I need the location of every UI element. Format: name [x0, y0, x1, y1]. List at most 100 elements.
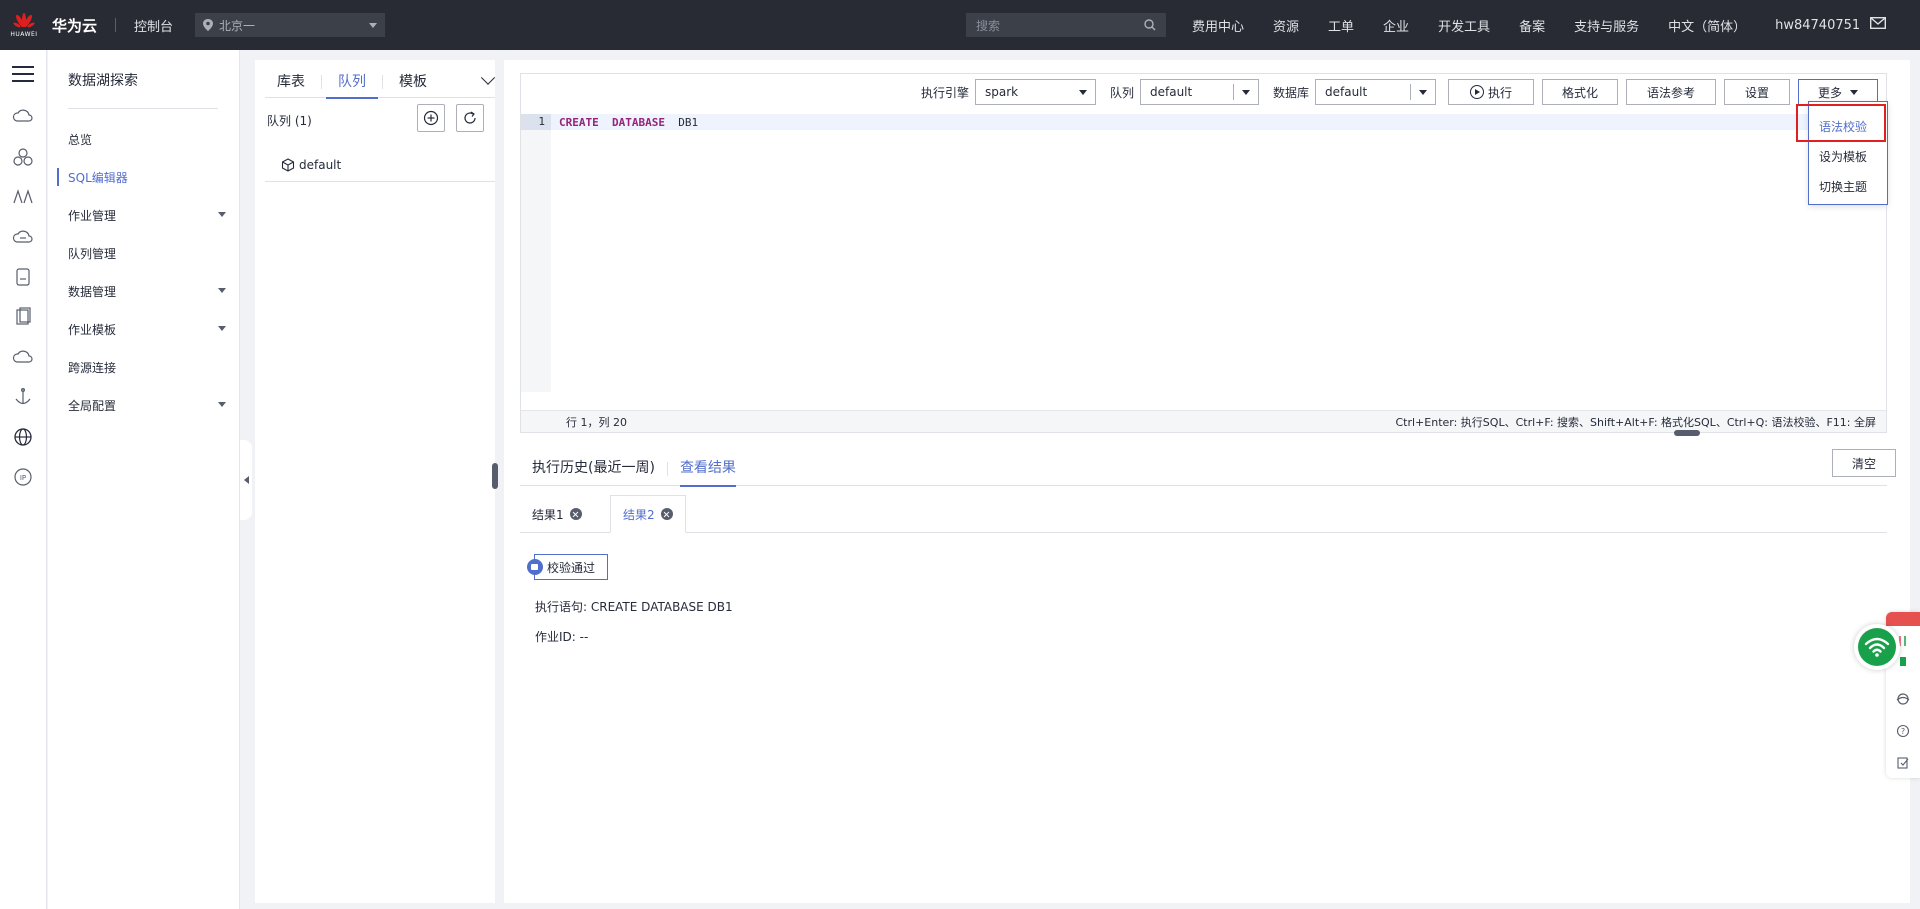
chevron-down-icon[interactable] — [480, 70, 496, 85]
globe-icon[interactable] — [12, 426, 34, 448]
result-tab-1[interactable]: 结果1 — [520, 495, 594, 533]
syntax-reference-button[interactable]: 语法参考 — [1626, 79, 1716, 105]
refresh-button[interactable] — [456, 104, 484, 132]
chevron-down-icon — [1078, 89, 1087, 95]
sql-editor: 执行引擎 spark 队列 default 数据库 default 执行 格式化 — [520, 73, 1887, 433]
nav-dev-tools[interactable]: 开发工具 — [1438, 16, 1490, 35]
sidebar-item-global-config[interactable]: 全局配置 — [68, 394, 240, 416]
thumbs-up-icon — [527, 559, 543, 575]
cube-icon — [281, 157, 295, 172]
database-value: default — [1325, 85, 1368, 99]
chevron-down-icon — [218, 326, 226, 331]
sidebar-item-queue-management[interactable]: 队列管理 — [68, 242, 240, 264]
sidebar-item-sql-editor[interactable]: SQL编辑器 — [57, 166, 240, 188]
huawei-logo[interactable]: HUAWEI — [0, 0, 48, 50]
ip-icon[interactable]: IP — [12, 466, 34, 488]
location-pin-icon — [203, 19, 214, 31]
code-text: CREATE DATABASE DB1 — [559, 116, 698, 129]
refresh-icon — [464, 111, 476, 124]
close-icon[interactable] — [660, 508, 673, 520]
nav-enterprise[interactable]: 企业 — [1383, 16, 1409, 35]
database-select[interactable]: default — [1315, 79, 1436, 105]
feedback-icon[interactable] — [1896, 756, 1910, 770]
anchor-icon[interactable] — [12, 386, 34, 408]
chevron-down-icon — [218, 288, 226, 293]
menu-item-set-template[interactable]: 设为模板 — [1819, 148, 1867, 165]
panel-resize-handle[interactable] — [492, 463, 498, 489]
engine-label: 执行引擎 — [920, 85, 969, 100]
sidebar-item-datasource-connections[interactable]: 跨源连接 — [68, 356, 240, 378]
database-icon[interactable] — [12, 266, 34, 288]
nav-account[interactable]: hw84740751 — [1775, 18, 1860, 33]
sidebar-item-label: 数据管理 — [68, 284, 117, 299]
global-search-input[interactable]: 搜索 — [966, 13, 1166, 37]
sidebar-item-job-management[interactable]: 作业管理 — [68, 204, 240, 226]
logo-text: HUAWEI — [10, 30, 38, 38]
shortcut-hint: Ctrl+Enter: 执行SQL、Ctrl+F: 搜索、Shift+Alt+F… — [1395, 415, 1876, 429]
code-line[interactable]: 1 CREATE DATABASE DB1 — [521, 114, 1886, 130]
object-panel: 库表 队列 模板 队列 (1) default — [255, 60, 496, 903]
nav-resources[interactable]: 资源 — [1273, 16, 1299, 35]
sidebar-item-data-management[interactable]: 数据管理 — [68, 280, 240, 302]
nav-tickets[interactable]: 工单 — [1328, 16, 1354, 35]
engine-select[interactable]: spark — [974, 79, 1096, 105]
format-button[interactable]: 格式化 — [1542, 79, 1618, 105]
chevron-down-icon — [1241, 89, 1250, 95]
region-value: 北京一 — [219, 18, 256, 33]
menu-item-switch-theme[interactable]: 切换主题 — [1819, 178, 1867, 195]
result-tab-2[interactable]: 结果2 — [610, 495, 686, 533]
tab-templates[interactable]: 模板 — [387, 66, 439, 98]
sidebar-item-overview[interactable]: 总览 — [68, 128, 240, 150]
menu-icon[interactable] — [12, 66, 34, 84]
cluster-icon[interactable] — [12, 146, 34, 168]
close-icon[interactable] — [569, 508, 582, 520]
tab-history[interactable]: 执行历史(最近一周) — [520, 456, 667, 486]
cloud-icon[interactable] — [12, 346, 34, 368]
nav-filing[interactable]: 备案 — [1519, 16, 1545, 35]
search-placeholder: 搜索 — [976, 18, 1001, 33]
mail-icon[interactable] — [1870, 17, 1886, 29]
svg-text:IP: IP — [20, 474, 26, 482]
highlight-box — [1796, 104, 1886, 142]
sidebar-collapse-button[interactable] — [240, 440, 252, 520]
settings-button[interactable]: 设置 — [1724, 79, 1790, 105]
queue-count: 队列 (1) — [267, 114, 312, 128]
run-button[interactable]: 执行 — [1448, 79, 1534, 105]
add-queue-button[interactable] — [417, 104, 445, 132]
tab-tables[interactable]: 库表 — [265, 66, 317, 98]
tab-queues[interactable]: 队列 — [326, 66, 378, 99]
cloud-storage-icon[interactable] — [12, 226, 34, 248]
brand-name[interactable]: 华为云 — [52, 15, 97, 36]
nav-support[interactable]: 支持与服务 — [1574, 16, 1639, 35]
tab-view-results[interactable]: 查看结果 — [668, 456, 748, 487]
syntax-reference-label: 语法参考 — [1646, 85, 1695, 100]
sidebar-item-label: SQL编辑器 — [68, 170, 128, 185]
svg-text:?: ? — [1901, 727, 1905, 736]
format-label: 格式化 — [1561, 85, 1598, 100]
huawei-petal-icon — [13, 12, 35, 27]
clear-button[interactable]: 清空 — [1832, 449, 1896, 477]
service-icon[interactable] — [1896, 692, 1910, 706]
editor-resize-handle[interactable] — [1674, 430, 1700, 436]
sql-keyword: CREATE — [559, 115, 599, 129]
sidebar-item-label: 作业管理 — [68, 208, 117, 223]
document-icon[interactable] — [12, 306, 34, 328]
cloud-server-icon[interactable] — [12, 106, 34, 128]
divider — [321, 74, 322, 89]
network-assistant-button[interactable] — [1854, 624, 1900, 670]
help-icon[interactable]: ? — [1896, 724, 1910, 738]
bridge-icon[interactable] — [12, 186, 34, 208]
play-icon — [1469, 85, 1484, 99]
queue-label: 队列 — [1109, 85, 1134, 100]
search-icon[interactable] — [1144, 19, 1156, 31]
nav-language[interactable]: 中文（简体） — [1668, 16, 1746, 35]
console-link[interactable]: 控制台 — [134, 16, 173, 35]
sidebar-item-job-templates[interactable]: 作业模板 — [68, 318, 240, 340]
queue-select[interactable]: default — [1139, 79, 1259, 105]
nav-billing[interactable]: 费用中心 — [1192, 16, 1244, 35]
queue-item[interactable]: default — [265, 148, 495, 182]
region-selector[interactable]: 北京一 — [195, 13, 386, 37]
divider — [1410, 84, 1411, 100]
top-bar: HUAWEI 华为云 控制台 北京一 搜索 费用中心 资源 工单 企业 开发工具… — [0, 0, 1920, 50]
sql-identifier: DB1 — [678, 115, 699, 129]
